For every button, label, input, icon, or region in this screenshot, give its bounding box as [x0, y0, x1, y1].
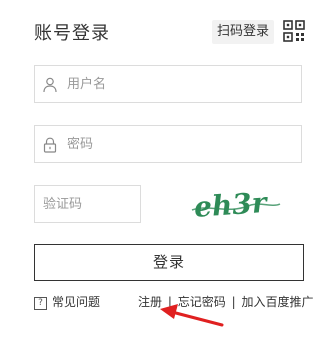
faq-link[interactable]: ? 常见问题 — [34, 294, 100, 310]
lock-icon — [43, 137, 57, 153]
password-placeholder: 密码 — [67, 137, 94, 152]
forgot-password-link[interactable]: 忘记密码 — [178, 295, 226, 309]
page-title: 账号登录 — [34, 23, 110, 44]
captcha-input[interactable]: 验证码 — [34, 185, 141, 223]
qr-login-button[interactable]: 扫码登录 — [212, 20, 274, 44]
qr-code-icon[interactable] — [283, 20, 305, 42]
captcha-placeholder: 验证码 — [43, 197, 83, 212]
footer-links: 注册 | 忘记密码 | 加入百度推广 — [138, 294, 313, 310]
password-field[interactable]: 密码 — [34, 125, 302, 163]
faq-label: 常见问题 — [52, 295, 101, 309]
question-icon: ? — [34, 297, 47, 310]
register-link[interactable]: 注册 — [138, 295, 162, 309]
separator: | — [167, 295, 172, 309]
login-button[interactable]: 登录 — [34, 244, 304, 281]
username-placeholder: 用户名 — [67, 77, 107, 92]
join-baidu-promo-link[interactable]: 加入百度推广 — [241, 295, 313, 309]
user-icon — [43, 77, 57, 93]
separator: | — [231, 295, 236, 309]
username-field[interactable]: 用户名 — [34, 65, 302, 103]
captcha-image[interactable]: eh3r — [188, 184, 284, 224]
annotation-arrow-icon — [160, 304, 224, 327]
